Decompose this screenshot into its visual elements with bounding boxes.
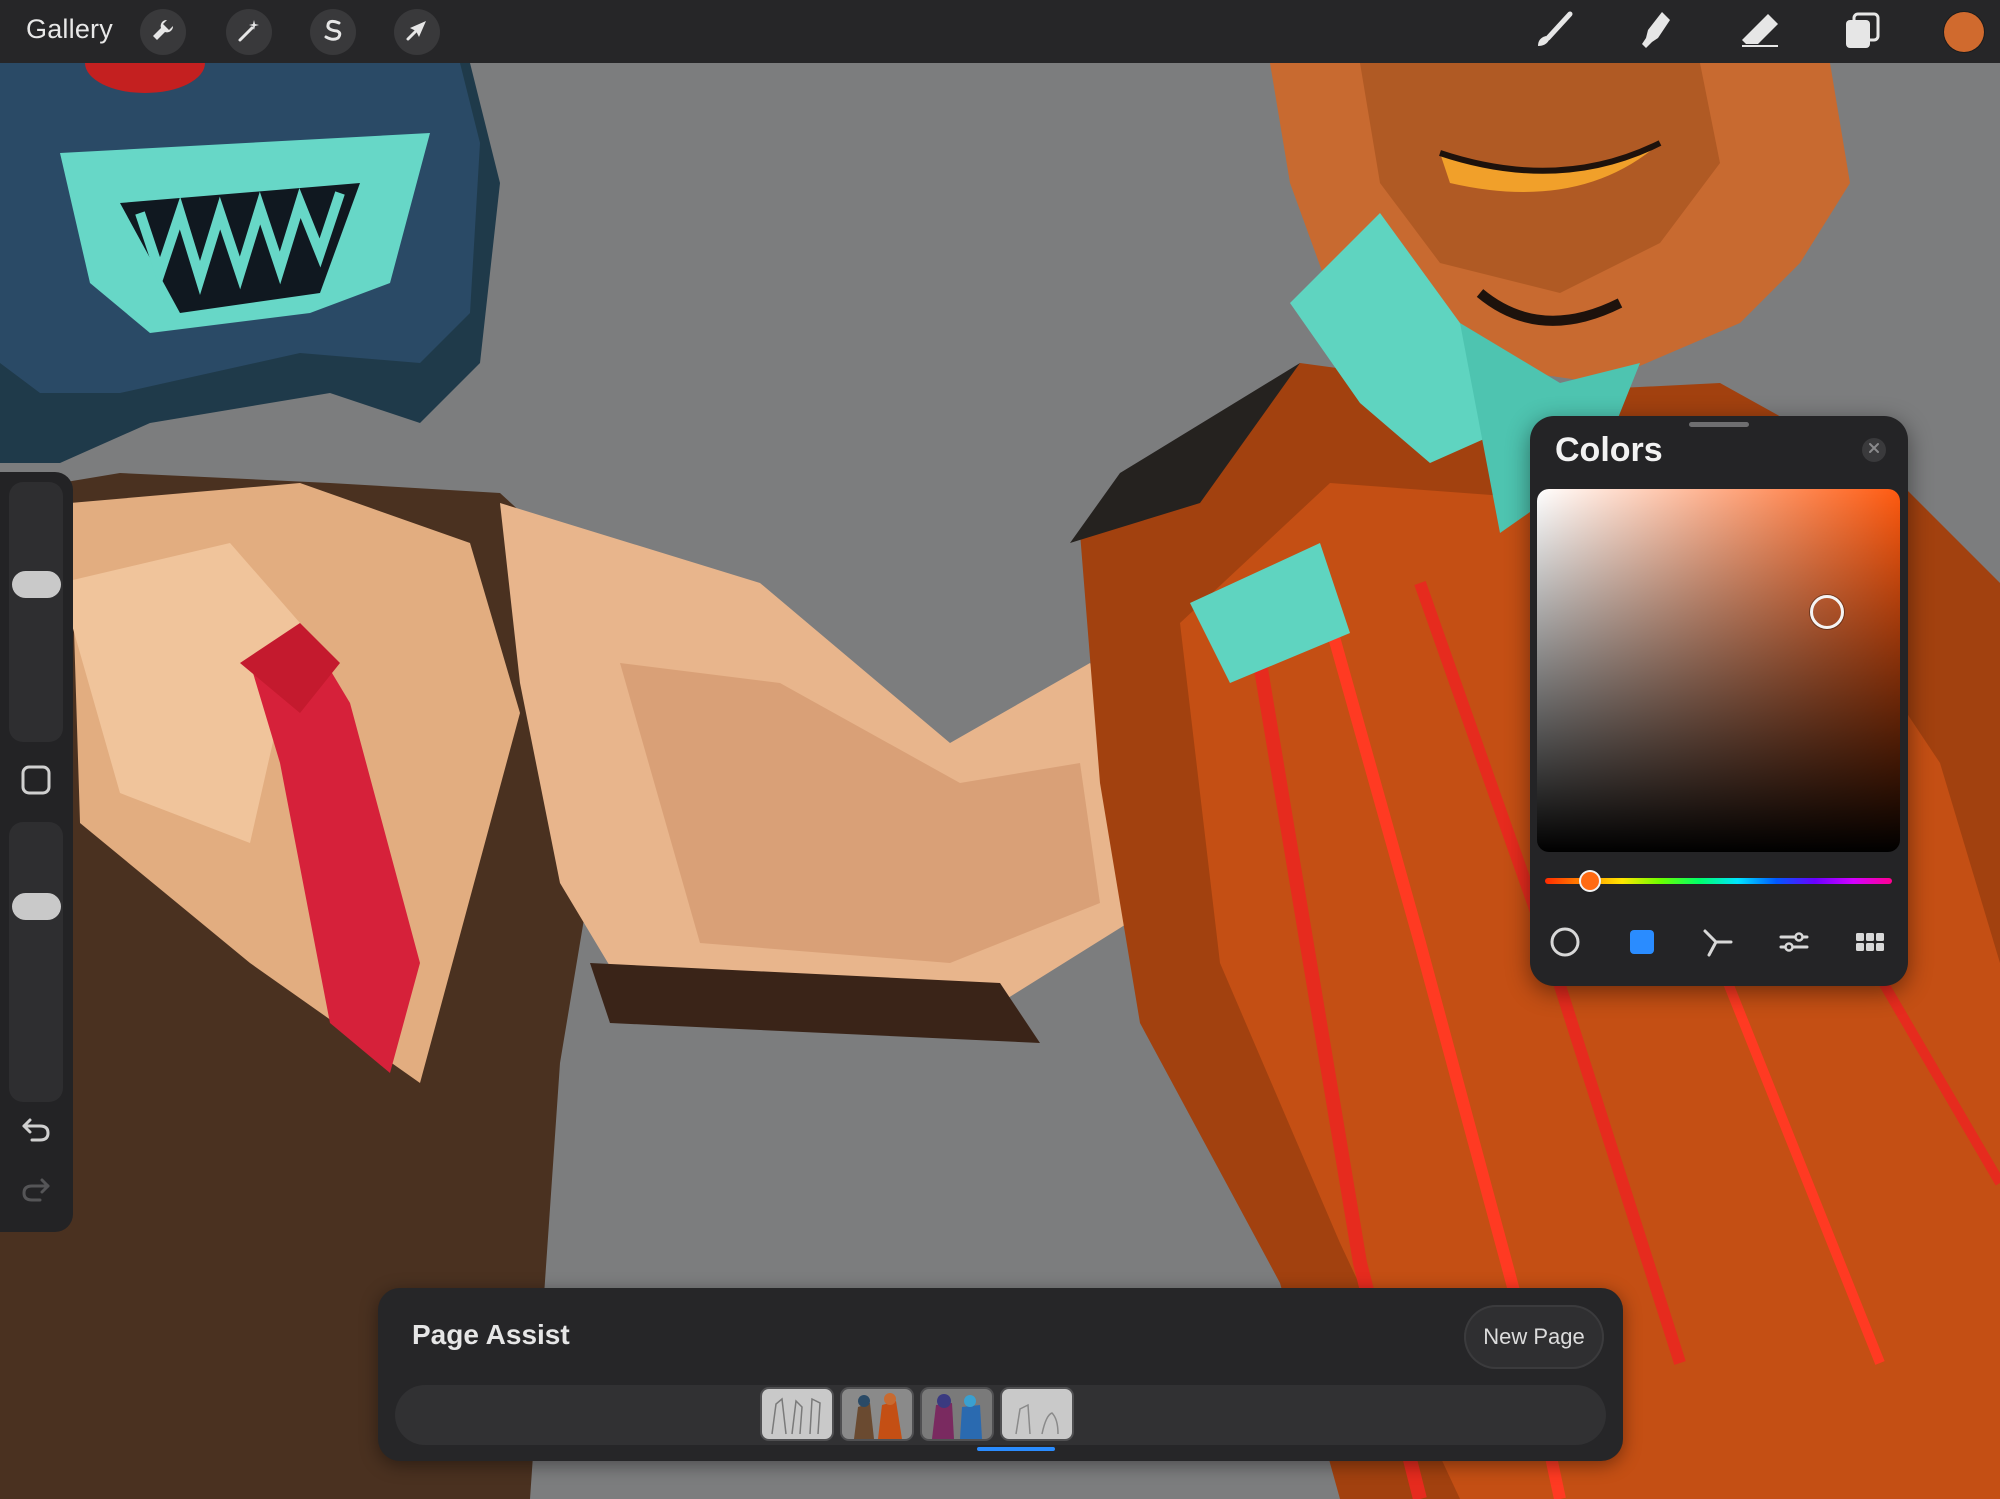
selection-button[interactable] bbox=[310, 9, 356, 55]
page-thumbnail[interactable] bbox=[842, 1389, 912, 1439]
modify-button[interactable] bbox=[18, 764, 54, 800]
redo-button[interactable] bbox=[18, 1174, 54, 1210]
smudge-icon bbox=[1634, 8, 1678, 57]
opacity-thumb[interactable] bbox=[12, 892, 61, 920]
redo-icon bbox=[20, 1174, 52, 1211]
page-assist-title: Page Assist bbox=[412, 1319, 570, 1350]
left-sidebar bbox=[0, 472, 73, 1232]
brush-icon bbox=[1532, 8, 1576, 57]
top-toolbar: Gallery bbox=[0, 0, 2000, 63]
palettes-icon bbox=[1853, 925, 1887, 964]
adjustments-button[interactable] bbox=[226, 9, 272, 55]
tab-palettes[interactable] bbox=[1850, 924, 1890, 964]
new-page-button[interactable]: New Page bbox=[1464, 1305, 1604, 1369]
selection-s-icon bbox=[320, 17, 346, 48]
page-thumbnail[interactable] bbox=[762, 1389, 832, 1439]
panel-drag-handle[interactable] bbox=[1689, 422, 1749, 427]
transform-button[interactable] bbox=[394, 9, 440, 55]
page-thumbnail-strip bbox=[395, 1385, 1606, 1451]
brush-size-slider[interactable] bbox=[9, 482, 63, 742]
opacity-slider[interactable] bbox=[9, 822, 63, 1102]
brush-tool[interactable] bbox=[1530, 8, 1578, 56]
tab-value[interactable] bbox=[1774, 924, 1814, 964]
undo-icon bbox=[20, 1114, 52, 1151]
modify-square-icon bbox=[20, 764, 52, 801]
harmony-icon bbox=[1701, 925, 1735, 964]
gallery-button[interactable]: Gallery bbox=[26, 14, 113, 45]
eraser-tool[interactable] bbox=[1736, 8, 1784, 56]
classic-icon bbox=[1627, 927, 1657, 962]
wrench-icon bbox=[150, 17, 176, 48]
color-picker-handle[interactable] bbox=[1810, 595, 1845, 630]
eraser-icon bbox=[1738, 8, 1782, 57]
close-icon bbox=[1867, 441, 1881, 460]
tab-harmony[interactable] bbox=[1698, 924, 1738, 964]
disc-icon bbox=[1548, 925, 1582, 964]
colors-title: Colors bbox=[1555, 431, 1663, 469]
active-page-indicator bbox=[977, 1447, 1055, 1451]
page-assist-panel: Page Assist New Page bbox=[378, 1288, 1623, 1461]
smudge-tool[interactable] bbox=[1632, 8, 1680, 56]
brush-size-thumb[interactable] bbox=[12, 570, 61, 598]
actions-button[interactable] bbox=[140, 9, 186, 55]
page-thumbnail[interactable] bbox=[922, 1389, 992, 1439]
value-sliders-icon bbox=[1777, 925, 1811, 964]
colors-panel: Colors bbox=[1530, 416, 1908, 986]
page-thumbnail[interactable] bbox=[1002, 1389, 1072, 1439]
tab-disc[interactable] bbox=[1545, 924, 1585, 964]
magic-wand-icon bbox=[236, 17, 262, 48]
layers-icon bbox=[1840, 8, 1884, 57]
color-swatch-button[interactable] bbox=[1944, 12, 1984, 52]
tab-classic[interactable] bbox=[1622, 924, 1662, 964]
layers-button[interactable] bbox=[1838, 8, 1886, 56]
transform-arrow-icon bbox=[404, 17, 430, 48]
close-button[interactable] bbox=[1862, 438, 1886, 462]
undo-button[interactable] bbox=[18, 1114, 54, 1150]
saturation-brightness-picker[interactable] bbox=[1537, 489, 1900, 852]
hue-slider-handle[interactable] bbox=[1581, 872, 1600, 890]
